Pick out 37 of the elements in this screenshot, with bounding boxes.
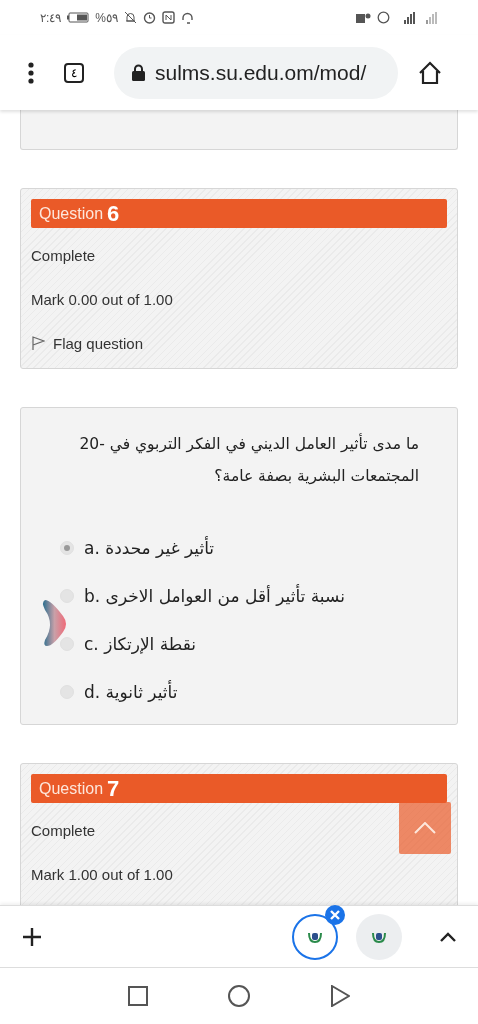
back-icon[interactable]	[330, 985, 350, 1007]
battery-icon	[67, 12, 90, 23]
clock-time: ٢:٤٩	[40, 10, 62, 25]
radio-button[interactable]	[60, 637, 74, 651]
chevron-handle-icon[interactable]	[41, 598, 69, 648]
radio-button[interactable]	[60, 541, 74, 555]
site-logo-icon	[308, 930, 322, 943]
headset-icon	[181, 11, 194, 24]
nfc-icon	[162, 11, 175, 24]
chevron-up-icon	[414, 822, 436, 834]
muted-bell-icon	[124, 11, 137, 24]
close-icon[interactable]	[325, 904, 345, 925]
question-text: ما مدى تأثير العامل الديني في الفكر التربوي في -20 المجتمعات البشرية بصفة عامة؟	[78, 432, 419, 487]
chat-bubble-icon	[377, 11, 390, 24]
home-icon[interactable]	[418, 60, 442, 85]
question-mark: Mark 0.00 out of 1.00	[31, 290, 173, 308]
question-header: Question 7	[31, 774, 447, 803]
question-state: Complete	[31, 246, 96, 264]
site-logo-icon	[372, 930, 386, 943]
add-tab-icon[interactable]	[22, 926, 42, 947]
recents-icon[interactable]	[128, 986, 148, 1006]
address-bar[interactable]: sulms.su.edu.om/mod/	[114, 46, 398, 99]
question-mark: Mark 1.00 out of 1.00	[31, 865, 173, 883]
flag-question-link[interactable]: Flag question	[53, 334, 144, 352]
chevron-up-icon[interactable]	[440, 931, 456, 942]
flag-icon[interactable]	[31, 335, 45, 351]
tab-thumbnail[interactable]	[356, 913, 402, 960]
home-button-icon[interactable]	[228, 985, 250, 1007]
menu-icon[interactable]	[28, 61, 34, 84]
question-state: Complete	[31, 821, 96, 839]
question-header: Question 6	[31, 199, 447, 228]
battery-percent: %٥٩	[95, 10, 118, 25]
tab-switcher-button[interactable]: ٤	[64, 62, 84, 83]
lock-icon	[132, 64, 145, 81]
tab-thumbnail[interactable]	[292, 913, 338, 960]
teams-icon	[356, 11, 371, 24]
alarm-icon	[143, 11, 156, 24]
